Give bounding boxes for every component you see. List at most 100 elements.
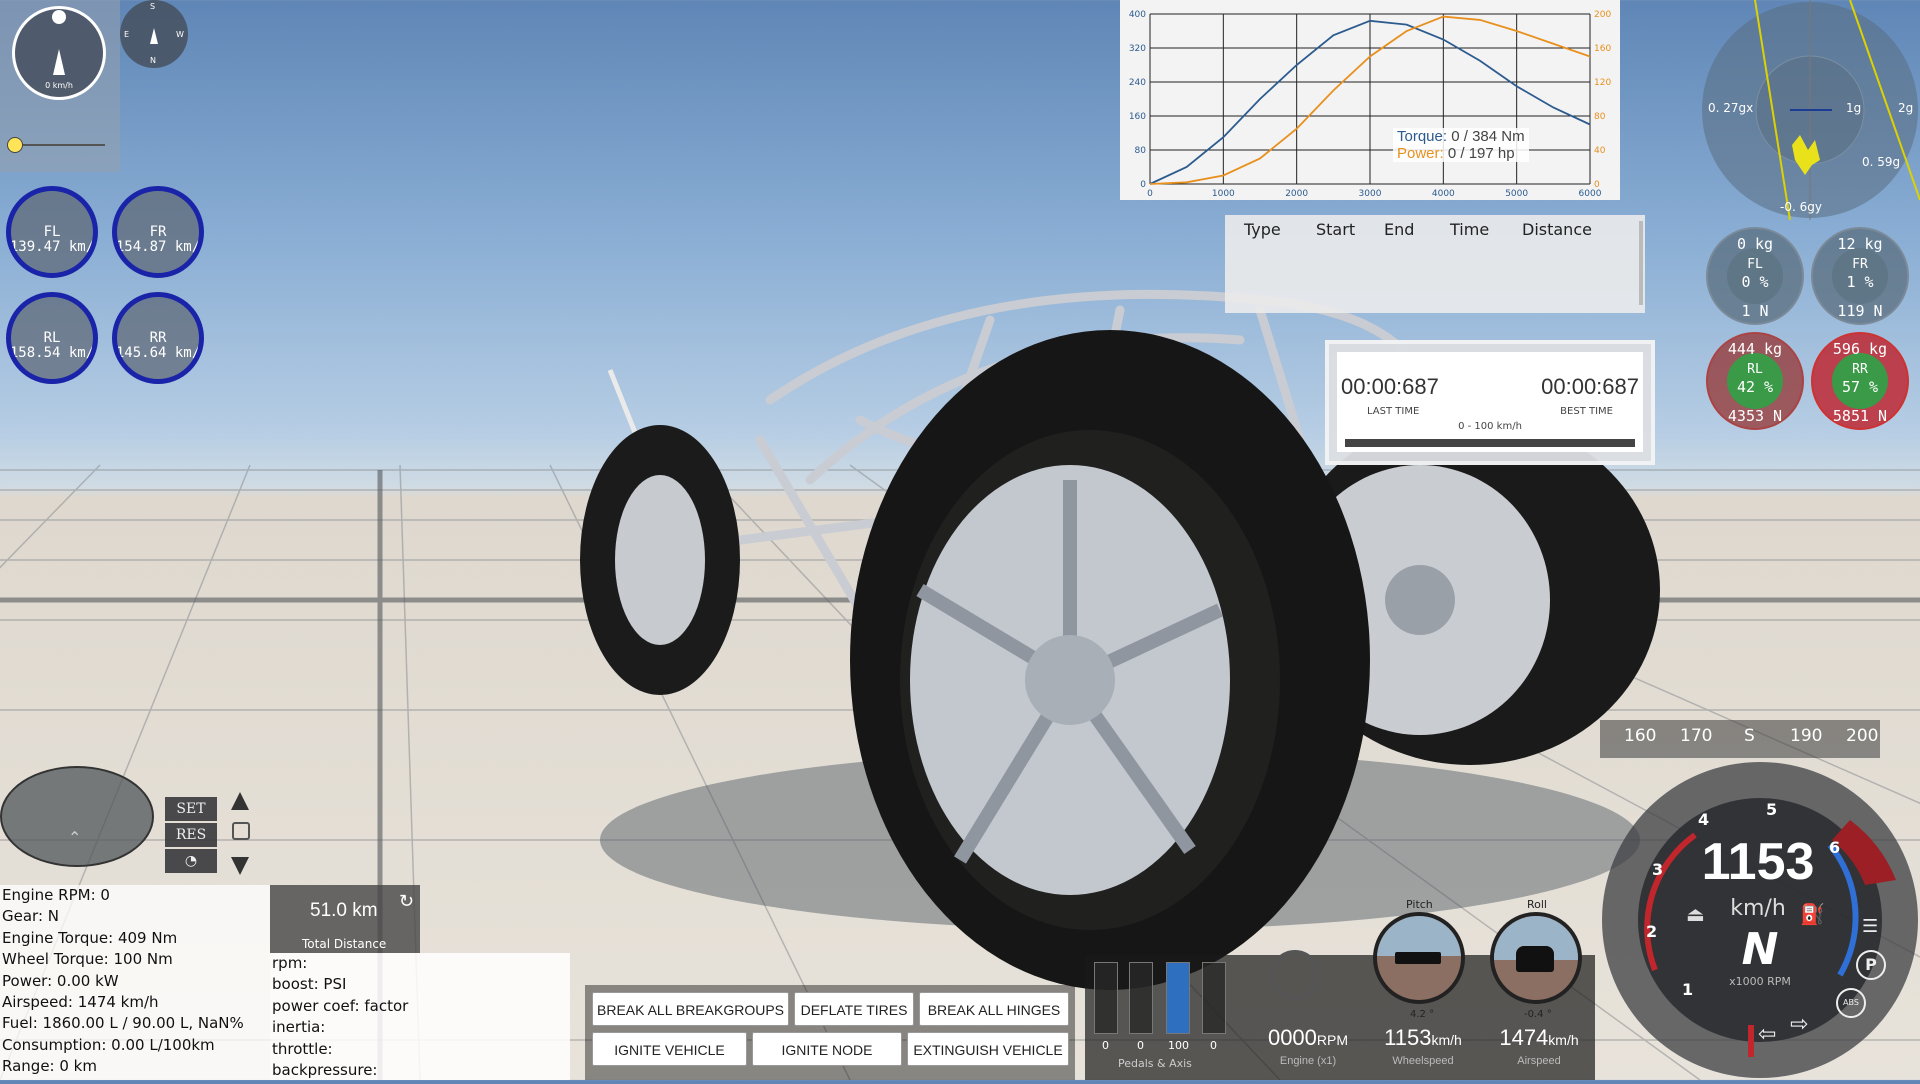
cruise-res-button[interactable]: RES	[165, 823, 217, 847]
chart-x-tick-label: 2000	[1285, 189, 1308, 199]
deflate-tires-button[interactable]: DEFLATE TIRES	[794, 992, 914, 1026]
abs-icon: ABS	[1836, 988, 1866, 1018]
tire-id: FR	[1852, 257, 1868, 272]
pedal-value-steering: 0	[1210, 1039, 1217, 1052]
break-all-breakgroups-button[interactable]: BREAK ALL BREAKGROUPS	[592, 992, 789, 1026]
info-engine-torque: Engine Torque: 409 Nm	[2, 928, 178, 947]
torque-legend-value: 0 / 384 Nm	[1451, 128, 1525, 145]
chart-left-tick-label: 80	[1135, 146, 1147, 156]
pitch-vehicle-icon	[1395, 952, 1441, 964]
tire-force: 119 N	[1837, 302, 1883, 320]
tire-id: RL	[1747, 362, 1763, 377]
tire-force: 1 N	[1741, 302, 1769, 320]
compass-w: W	[176, 30, 184, 39]
tire-load: 444 kg	[1727, 340, 1783, 358]
pitch-horizon	[1377, 916, 1461, 956]
torque-power-plot: 0 1000 2000 3000 4000 5000 6000400320240160800…	[1129, 10, 1612, 199]
ignite-node-button[interactable]: IGNITE NODE	[752, 1032, 902, 1066]
best-time-label: BEST TIME	[1560, 406, 1613, 417]
nav-speed: 0 km/h	[45, 81, 73, 90]
nav-zoom-handle[interactable]	[7, 137, 23, 153]
compass-e: E	[124, 30, 130, 39]
chart-right-tick-label: 200	[1594, 10, 1611, 20]
chart-right-tick-label: 160	[1594, 44, 1611, 54]
torque-legend-label: Torque:	[1397, 128, 1448, 145]
cruise-control-dial[interactable]: ⌃	[0, 766, 154, 867]
speedometer: 1 2 3 4 5 6 1153 km/h N x1000 RPM ⏏ ⛽ ☰ …	[1600, 760, 1920, 1080]
debug-backpressure: backpressure:	[272, 1061, 378, 1080]
speedo-rpm-unit: x1000 RPM	[1729, 975, 1791, 988]
pedal-clutch	[1094, 962, 1118, 1034]
cruise-increase-arrow-icon[interactable]	[231, 792, 249, 810]
cruise-up-chevron-icon[interactable]: ⌃	[68, 828, 81, 847]
chart-right-tick-label: 120	[1594, 78, 1611, 88]
turn-signal-left-icon[interactable]: ⇦	[1758, 1022, 1776, 1047]
abs-label: ABS	[1843, 998, 1859, 1007]
col-time: Time	[1450, 220, 1490, 239]
chart-left-tick-label: 400	[1129, 10, 1146, 20]
reset-distance-icon[interactable]: ↻	[399, 891, 414, 912]
cruise-limiter-button[interactable]: ◔	[165, 849, 217, 873]
heading-compass-tape: 160 170 S 190 200	[1600, 720, 1880, 758]
nav-zoom-slider[interactable]	[7, 137, 105, 153]
wheel-speed-label: FR	[149, 224, 167, 240]
tire-pct: 1 %	[1846, 273, 1874, 291]
gforce-long-label: 0. 59g	[1862, 155, 1901, 169]
pedal-fill	[1167, 963, 1189, 1033]
roll-vehicle-icon	[1516, 946, 1554, 972]
wheel-speed-label: RR	[149, 330, 167, 346]
heading-tick: 170	[1680, 726, 1713, 746]
col-start: Start	[1316, 220, 1356, 239]
airspeed-label: Airspeed	[1517, 1055, 1561, 1067]
debug-power-coef: power coef: factor	[272, 996, 409, 1015]
chart-left-tick-label: 160	[1129, 112, 1146, 122]
speedo-unit: km/h	[1730, 896, 1786, 921]
cruise-decrease-arrow-icon[interactable]	[231, 857, 249, 875]
chart-right-tick-label: 80	[1594, 112, 1606, 122]
compass-n: N	[150, 56, 156, 65]
compass-dial: S W N E	[120, 0, 188, 68]
airspeed-unit: km/h	[1548, 1032, 1579, 1048]
turn-signal-right-icon[interactable]: ⇨	[1790, 1012, 1808, 1037]
wheel-speed-label: FL	[43, 224, 61, 240]
gforce-ring2: 2g	[1898, 101, 1914, 115]
engine-rpm-readout: 0000RPM Engine (x1)	[1248, 1025, 1368, 1069]
chart-x-tick-label: 6000	[1579, 189, 1602, 199]
info-consumption: Consumption: 0.00 L/100km	[2, 1035, 215, 1054]
tire-id: RR	[1852, 362, 1868, 377]
pedals-label: Pedals & Axis	[1118, 1057, 1192, 1070]
headlight-icon: ☰	[1862, 916, 1879, 937]
info-engine-rpm: Engine RPM: 0	[2, 886, 110, 904]
rpm-scale-1: 1	[1682, 980, 1694, 999]
timer-panel: 00:00:687 LAST TIME 00:00:687 BEST TIME …	[1325, 340, 1655, 465]
minimap-compass[interactable]: 0 km/h	[12, 6, 106, 100]
timer-mode: 0 - 100 km/h	[1458, 421, 1522, 432]
speedo-gear: N	[1741, 924, 1779, 975]
debug-rpm: rpm:	[272, 954, 308, 972]
ignite-vehicle-button[interactable]: IGNITE VEHICLE	[592, 1032, 747, 1066]
fuel-pump-icon: ⛽	[1800, 902, 1825, 926]
tire-load: 12 kg	[1837, 235, 1883, 253]
laps-scrollbar[interactable]	[1639, 221, 1643, 305]
cruise-set-button[interactable]: SET	[165, 797, 217, 821]
tire-pct: 0 %	[1741, 273, 1769, 291]
break-all-hinges-button[interactable]: BREAK ALL HINGES	[919, 992, 1069, 1026]
wheel-speed-value: 1139.47 km/h	[6, 239, 98, 255]
vehicle-info-panel: Engine RPM: 0 Gear: N Engine Torque: 409…	[0, 885, 270, 1080]
wheel-front-left	[850, 330, 1370, 990]
tire-load: 596 kg	[1832, 340, 1888, 358]
wheel-speed-value: 1154.87 km/h	[112, 239, 204, 255]
cruise-reset-icon[interactable]	[232, 822, 250, 840]
heading-tick: 160	[1624, 726, 1657, 746]
power-legend-value: 0 / 197 hp	[1447, 145, 1515, 162]
heading-tick: 200	[1846, 726, 1879, 746]
tire-force-fr: 12 kg FR 1 % 119 N	[1811, 227, 1909, 325]
rpm-unit: RPM	[1316, 1032, 1349, 1048]
pedal-steering	[1202, 962, 1226, 1034]
extinguish-vehicle-button[interactable]: EXTINGUISH VEHICLE	[907, 1032, 1069, 1066]
info-airspeed: Airspeed: 1474 km/h	[2, 993, 159, 1012]
timer-panel-inner: 00:00:687 LAST TIME 00:00:687 BEST TIME …	[1337, 352, 1643, 452]
parking-brake-icon: P	[1856, 950, 1886, 980]
info-gear: Gear: N	[2, 907, 59, 926]
chart-left-tick-label: 320	[1129, 44, 1146, 54]
